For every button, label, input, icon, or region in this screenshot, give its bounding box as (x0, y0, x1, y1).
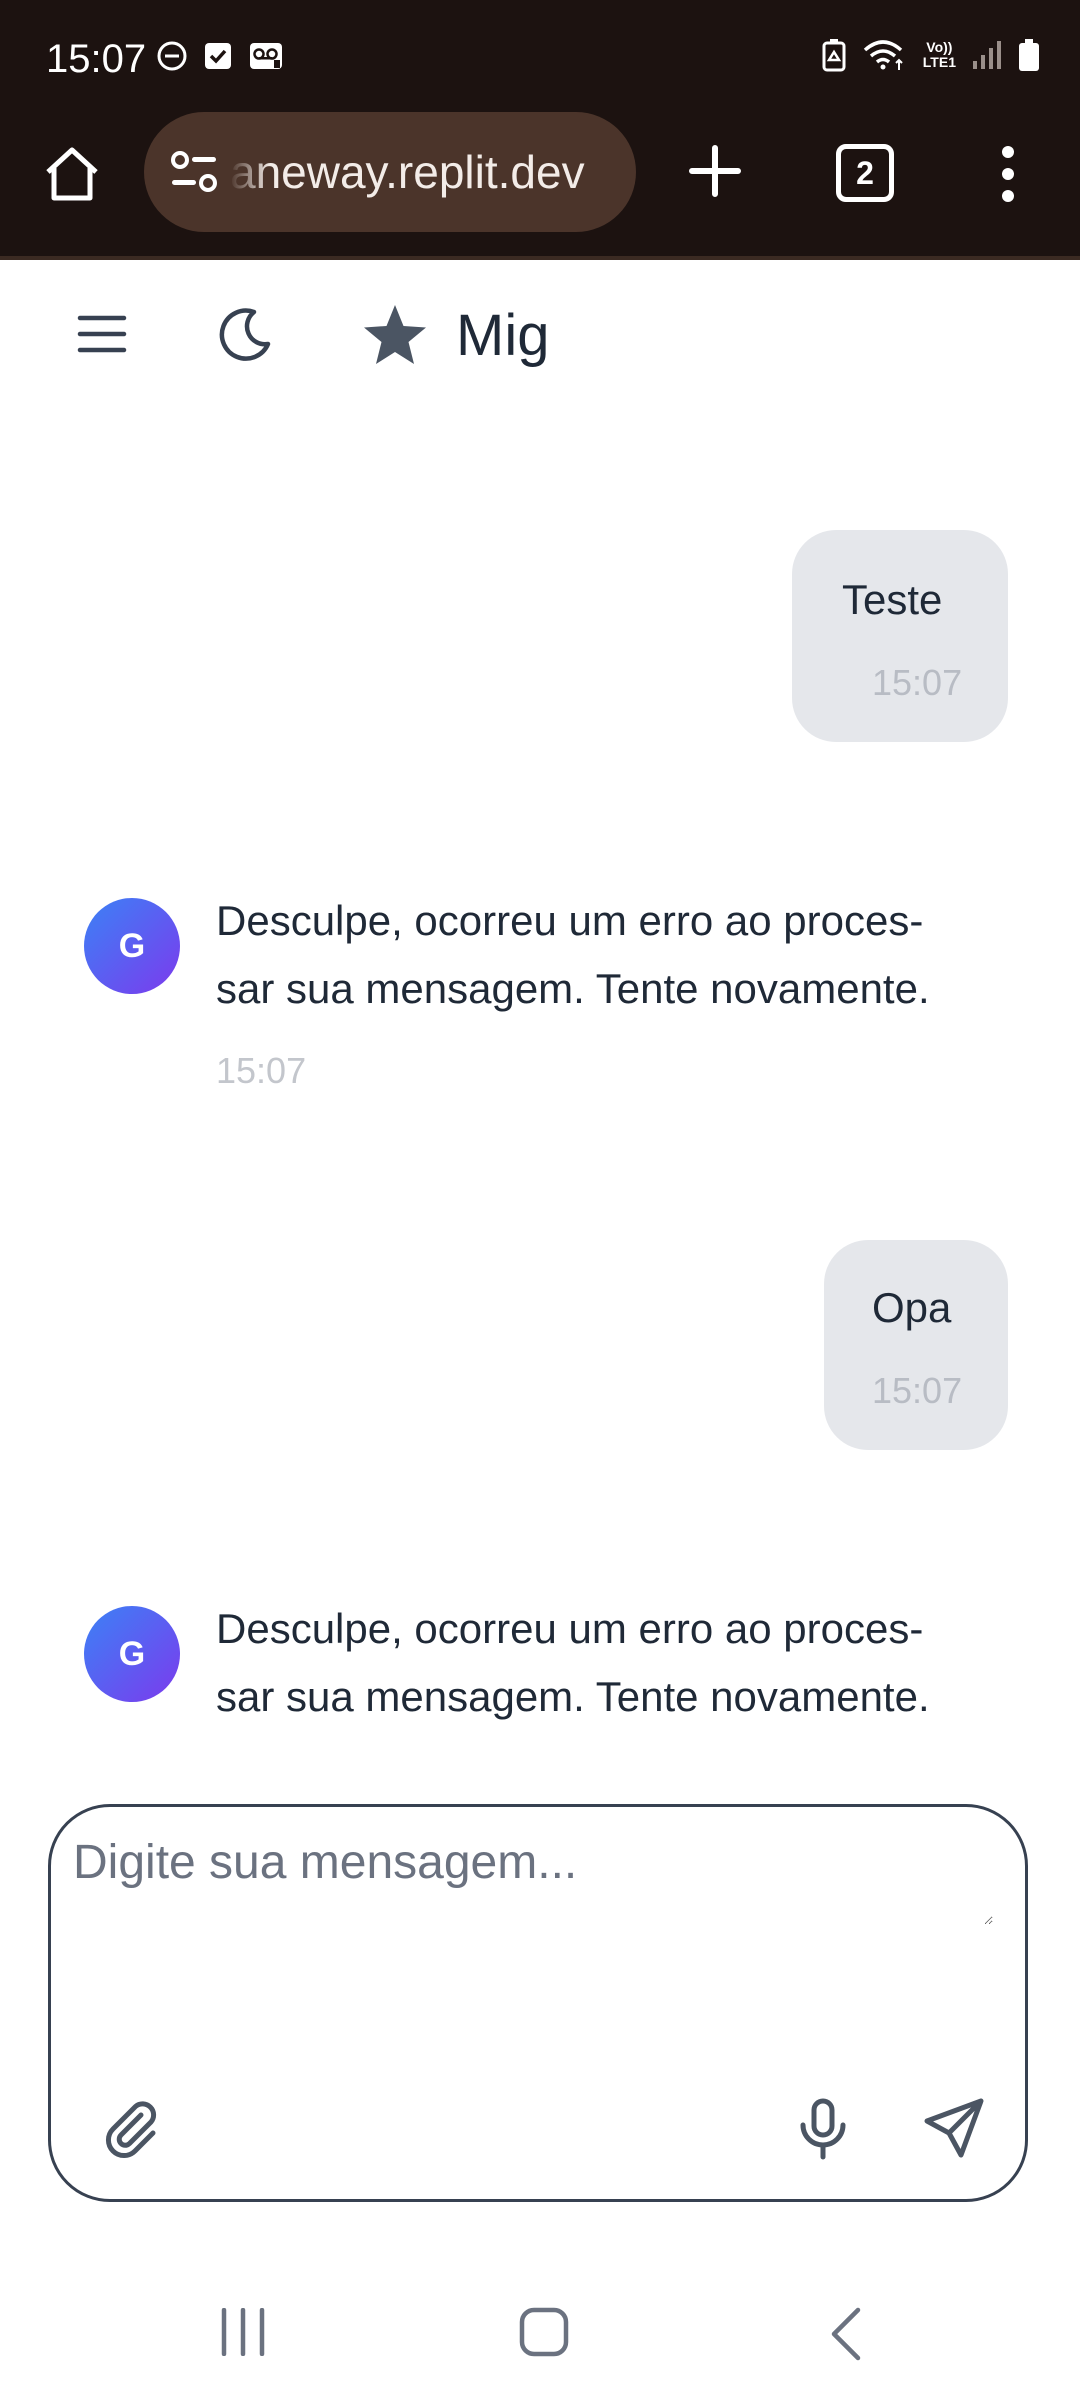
menu-icon[interactable] (76, 310, 128, 358)
message-time: 15:07 (872, 662, 963, 703)
page-title: Mig (456, 303, 550, 368)
recent-apps-icon[interactable] (218, 2308, 268, 2356)
signal-icon (972, 39, 1002, 71)
message-text: Teste (842, 576, 943, 623)
home-icon[interactable] (40, 142, 104, 206)
voicemail-icon (248, 40, 284, 72)
system-navigation-bar (0, 2260, 1080, 2400)
battery-saver-icon (821, 38, 847, 72)
message-time: 15:07 (216, 1050, 307, 1091)
back-icon[interactable] (826, 2306, 866, 2362)
message-composer (48, 1804, 1028, 2202)
message-text-line: Desculpe, ocorreu um erro ao proces- (216, 897, 924, 944)
message-text-line: sar sua mensagem. Tente novamente. (216, 1673, 930, 1720)
message-text-line: sar sua mensagem. Tente novamente. (216, 965, 930, 1012)
assistant-message: Desculpe, ocorreu um erro ao proces- sar… (216, 1595, 1006, 1731)
status-bar: 15:07 Vo)) LTE1 (0, 0, 1080, 118)
checkbox-icon (202, 40, 234, 72)
avatar: G (84, 898, 180, 994)
microphone-icon[interactable] (793, 2097, 853, 2161)
site-settings-icon[interactable] (168, 146, 220, 198)
assistant-message: Desculpe, ocorreu um erro ao proces- sar… (216, 887, 1006, 1023)
star-icon[interactable] (362, 302, 428, 368)
browser-toolbar: aneway.replit.dev 2 (0, 112, 1080, 260)
message-input[interactable] (73, 1835, 993, 1925)
user-message: Opa 15:07 (824, 1240, 1008, 1450)
status-time: 15:07 (46, 37, 147, 81)
tab-switcher-button[interactable]: 2 (836, 144, 894, 202)
volte-label-bottom: LTE1 (922, 54, 956, 70)
message-time: 15:07 (872, 1370, 963, 1411)
home-nav-icon[interactable] (518, 2306, 570, 2358)
status-icons-right: Vo)) LTE1 (821, 38, 1040, 72)
wifi-icon (863, 38, 907, 72)
do-not-disturb-icon (156, 40, 188, 72)
message-text-line: Desculpe, ocorreu um erro ao proces- (216, 1605, 924, 1652)
more-options-icon[interactable] (986, 144, 1030, 204)
message-text: Opa (872, 1284, 952, 1331)
url-text-value: aneway.replit.dev (230, 146, 585, 198)
status-icons-left (156, 40, 284, 72)
user-message: Teste 15:07 (792, 530, 1008, 742)
volte-icon: Vo)) LTE1 (923, 40, 956, 70)
avatar: G (84, 1606, 180, 1702)
url-bar[interactable]: aneway.replit.dev (144, 112, 636, 232)
url-text[interactable]: aneway.replit.dev (230, 144, 620, 200)
app-header: Mig (0, 260, 1080, 410)
volte-label-top: Vo)) (926, 39, 953, 55)
dark-mode-icon[interactable] (216, 304, 276, 364)
new-tab-icon[interactable] (682, 138, 748, 204)
send-icon[interactable] (921, 2095, 987, 2161)
url-fade (230, 144, 270, 200)
attach-icon[interactable] (101, 2097, 165, 2161)
battery-icon (1018, 38, 1040, 72)
